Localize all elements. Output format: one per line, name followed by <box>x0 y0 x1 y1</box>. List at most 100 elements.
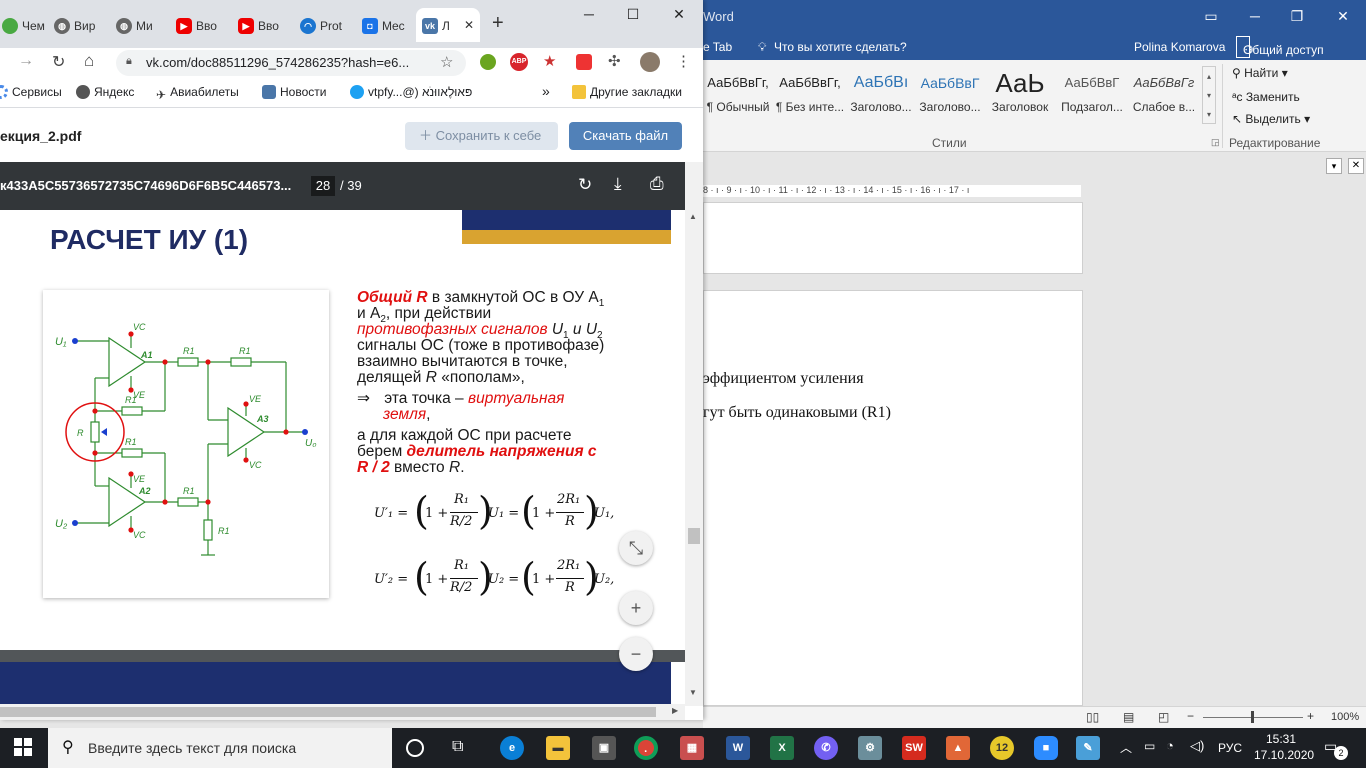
wifi-icon[interactable]: ◔ <box>1166 738 1174 753</box>
read-mode-icon[interactable]: ▯▯ <box>1086 710 1099 724</box>
style-no-spacing[interactable]: АаБбВвГг, ¶ Без инте... <box>774 66 846 122</box>
minimize-icon[interactable]: ─ <box>574 6 604 26</box>
minimize-icon[interactable]: ─ <box>1242 4 1268 28</box>
page-number-input[interactable]: 28 <box>311 176 335 196</box>
language-indicator[interactable]: РУС <box>1218 741 1242 755</box>
tab-close-icon[interactable]: ✕ <box>464 18 474 32</box>
share-button[interactable]: ⚇ Общий доступ <box>1236 36 1324 58</box>
tab-fragment[interactable]: e Tab <box>703 40 732 54</box>
rotate-icon[interactable]: ↻ <box>578 175 592 195</box>
document-page-top[interactable] <box>703 202 1083 274</box>
style-subtitle[interactable]: АаБбВвГ Подзагол... <box>1056 66 1128 122</box>
tab-6[interactable]: ◠ Prot <box>294 8 354 42</box>
download-file-button[interactable]: Скачать файл <box>569 122 682 150</box>
close-icon[interactable]: ✕ <box>664 6 694 26</box>
zoom-in-icon[interactable]: + <box>1307 709 1314 723</box>
tab-5[interactable]: ▶ Вво <box>232 8 292 42</box>
styles-scroll[interactable]: ▴ ▾ ▾ <box>1202 66 1216 124</box>
download-icon[interactable]: ⤓ <box>614 174 622 194</box>
bookmark-twitter[interactable]: vtpfy...@) פּאוּלֶאווּנֹא <box>350 85 472 99</box>
solidworks-icon[interactable]: SW <box>902 736 926 760</box>
app-icon[interactable]: ▦ <box>680 736 704 760</box>
windows-start-icon[interactable] <box>14 738 32 756</box>
zoom-app-icon[interactable]: ■ <box>1034 736 1058 760</box>
bookmark-news[interactable]: Новости <box>262 85 326 99</box>
style-heading2[interactable]: АаБбВвГ Заголово... <box>914 66 986 122</box>
ribbon-display-icon[interactable]: ▭ <box>1198 4 1224 28</box>
zoom-in-button[interactable]: + <box>619 591 653 625</box>
hscroll-thumb[interactable] <box>0 707 656 717</box>
chrome-icon[interactable]: · <box>634 736 658 760</box>
excel-icon[interactable]: X <box>770 736 794 760</box>
print-icon[interactable]: ⎙ <box>650 174 664 194</box>
scroll-up-icon[interactable]: ▲ <box>689 212 697 221</box>
vertical-scrollbar[interactable]: ▲ ▼ <box>685 162 703 706</box>
menu-dots-icon[interactable]: ⋮ <box>676 52 691 70</box>
tab-4[interactable]: ▶ Вво <box>170 8 230 42</box>
adblock-icon[interactable]: ABP <box>510 53 528 71</box>
zoom-out-button[interactable]: − <box>619 637 653 671</box>
scroll-down-icon[interactable]: ▼ <box>689 688 697 697</box>
cortana-icon[interactable] <box>406 739 424 757</box>
clock-date[interactable]: 17.10.2020 <box>1254 748 1314 762</box>
extension-icon-green[interactable] <box>480 54 496 70</box>
home-icon[interactable]: ⌂ <box>84 51 94 71</box>
find-button[interactable]: ⚲ Найти ▾ <box>1232 66 1288 80</box>
extensions-puzzle-icon[interactable]: ✣ <box>608 52 621 70</box>
word-icon[interactable]: W <box>726 736 750 760</box>
taskbar-search[interactable]: ⚲ Введите здесь текст для поиска <box>48 728 392 768</box>
explorer-icon[interactable]: ▬ <box>546 736 570 760</box>
clock-time[interactable]: 15:31 <box>1266 732 1296 746</box>
word-close-doc-icon[interactable]: ✕ <box>1348 158 1364 174</box>
bookmark-yandex[interactable]: Яндекс <box>76 85 134 99</box>
web-layout-icon[interactable]: ◰ <box>1158 710 1169 724</box>
ribbon-collapse-icon[interactable]: ▾ <box>1326 158 1342 174</box>
calendar-app-icon[interactable]: 12 <box>990 736 1014 760</box>
styles-launcher-icon[interactable]: ◲ <box>1211 137 1220 148</box>
select-button[interactable]: ↖ Выделить ▾ <box>1232 112 1310 126</box>
volume-icon[interactable]: ◁) <box>1190 738 1204 754</box>
style-title[interactable]: АаЬ Заголовок <box>984 66 1056 122</box>
horizontal-ruler[interactable]: 8 · ı · 9 · ı · 10 · ı · 11 · ı · 12 · ı… <box>703 185 1081 197</box>
paint-icon[interactable]: ✎ <box>1076 736 1100 760</box>
tray-up-icon[interactable]: ︿ <box>1120 739 1132 756</box>
zoom-level[interactable]: 100% <box>1331 711 1359 723</box>
horizontal-scrollbar[interactable]: ▶ <box>0 704 685 720</box>
user-name[interactable]: Polina Komarova <box>1134 40 1225 54</box>
style-heading1[interactable]: АаБбВı Заголово... <box>845 66 917 122</box>
tab-active-vk[interactable]: vk Л ✕ <box>416 8 480 42</box>
style-subtle[interactable]: АаБбВвГг Слабое в... <box>1128 66 1200 122</box>
reload-icon[interactable]: ↻ <box>52 52 65 72</box>
zoom-slider-thumb[interactable] <box>1251 711 1254 723</box>
style-normal[interactable]: АаБбВвГг, ¶ Обычный <box>702 66 774 122</box>
fit-to-page-button[interactable]: ⤡ <box>619 531 653 565</box>
save-to-mine-button[interactable]: ＋ Сохранить к себе <box>405 122 558 150</box>
document-page[interactable] <box>703 290 1083 706</box>
extension-pocket-icon[interactable] <box>576 54 592 70</box>
bookmark-star-icon[interactable]: ☆ <box>440 53 453 71</box>
network-icon[interactable]: ▭ <box>1144 739 1155 753</box>
task-view-icon[interactable]: ⧉ <box>452 738 463 756</box>
replace-button[interactable]: ᵃc Заменить <box>1232 90 1300 104</box>
tell-me-input[interactable]: Что вы хотите сделать? <box>774 40 907 54</box>
edge-icon[interactable]: e <box>500 736 524 760</box>
avatar[interactable] <box>640 52 660 72</box>
maximize-icon[interactable]: ☐ <box>618 6 648 26</box>
extension-star-icon[interactable]: ★ <box>543 52 556 70</box>
restore-icon[interactable]: ❐ <box>1284 4 1310 28</box>
print-layout-icon[interactable]: ▤ <box>1123 710 1134 724</box>
forward-icon[interactable]: → <box>18 52 34 70</box>
bookmark-services[interactable]: Сервисы <box>0 85 62 99</box>
close-icon[interactable]: ✕ <box>1330 4 1356 28</box>
matlab-icon[interactable]: ▲ <box>946 736 970 760</box>
scroll-right-icon[interactable]: ▶ <box>672 706 678 715</box>
tab-2[interactable]: ◍ Вир <box>48 8 108 42</box>
tab-7[interactable]: ◘ Mec <box>356 8 416 42</box>
scroll-thumb[interactable] <box>688 528 700 544</box>
zoom-out-icon[interactable]: − <box>1187 709 1194 723</box>
tab-3[interactable]: ◍ Ми <box>110 8 170 42</box>
address-bar[interactable]: 🔒︎ vk.com/doc88511296_574286235?hash=e6.… <box>116 50 466 76</box>
bookmark-flights[interactable]: ✈ Авиабилеты <box>156 85 239 102</box>
settings-app-icon[interactable]: ⚙ <box>858 736 882 760</box>
other-bookmarks[interactable]: Другие закладки <box>572 85 682 99</box>
